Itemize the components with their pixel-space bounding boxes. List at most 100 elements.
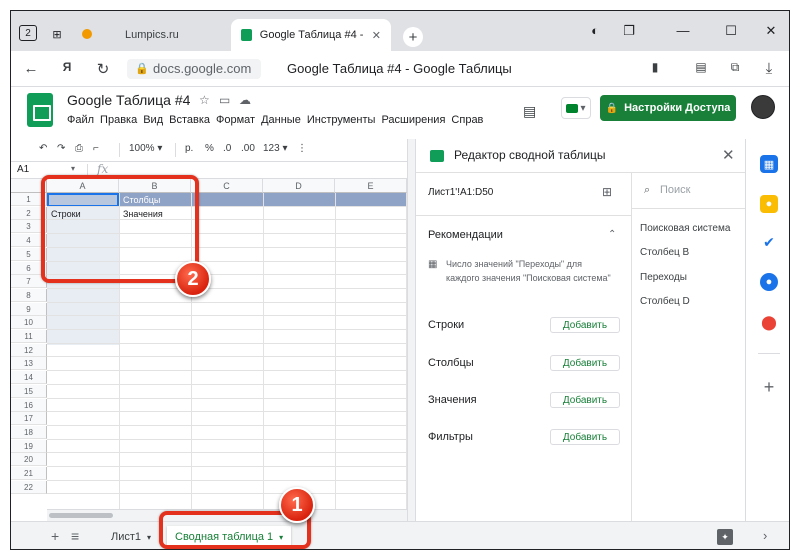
yandex-icon[interactable]: Я	[57, 60, 77, 74]
field-search[interactable]: ⌕ Поиск	[632, 173, 746, 209]
tab-counter-icon[interactable]: 2	[19, 25, 37, 41]
move-folder-icon[interactable]: ▭	[219, 93, 230, 107]
maps-icon[interactable]: ⬤	[760, 313, 778, 331]
bookmark-icon[interactable]: ▮	[645, 60, 665, 74]
pivot-editor-config: Лист1'!A1:D50 ⊞ Рекомендации ⌃ ▦ Число з…	[416, 173, 632, 521]
row-header[interactable]: 20	[11, 453, 47, 467]
recommendation-item[interactable]: Число значений "Переходы" для каждого зн…	[446, 257, 616, 285]
row-header[interactable]: 19	[11, 439, 47, 453]
column-header-e[interactable]: E	[335, 179, 407, 193]
row-header[interactable]: 21	[11, 467, 47, 480]
field-item[interactable]: Переходы	[640, 272, 687, 283]
url-field[interactable]: 🔒 docs.google.com	[127, 59, 261, 79]
close-window-icon[interactable]: ✕	[759, 23, 783, 39]
row-header[interactable]: 8	[11, 288, 47, 302]
tab-google-sheet[interactable]: Google Таблица #4 - G ✕	[231, 19, 391, 51]
vertical-scrollbar[interactable]	[407, 139, 415, 521]
menu-extensions[interactable]: Расширения	[381, 112, 450, 128]
keep-icon[interactable]: ●	[760, 195, 778, 213]
row-header[interactable]: 17	[11, 412, 47, 426]
row-header[interactable]: 15	[11, 384, 47, 398]
all-sheets-icon[interactable]: ≡	[71, 528, 79, 544]
reader-icon[interactable]: ▤	[691, 60, 711, 74]
number-format-select[interactable]: 123 ▾	[263, 143, 288, 154]
menu-data[interactable]: Данные	[261, 112, 306, 128]
row-gridline	[47, 424, 407, 426]
decrease-decimals-button[interactable]: .0	[223, 143, 231, 154]
calendar-icon[interactable]: ▦	[760, 155, 778, 173]
collections-icon[interactable]: ❐	[617, 23, 641, 39]
close-icon[interactable]: ✕	[722, 146, 735, 164]
menu-edit[interactable]: Правка	[100, 112, 142, 128]
avatar[interactable]	[751, 95, 775, 119]
undo-icon[interactable]: ↶	[39, 143, 47, 154]
extensions-icon[interactable]: ⧉	[725, 60, 745, 75]
back-icon[interactable]: ←	[21, 60, 41, 77]
menu-view[interactable]: Вид	[143, 112, 168, 128]
currency-button[interactable]: р.	[185, 143, 193, 154]
chevron-right-icon[interactable]: ›	[763, 528, 767, 543]
recommendations-heading[interactable]: Рекомендации	[428, 229, 503, 241]
add-sheet-icon[interactable]: +	[51, 528, 59, 544]
tasks-icon[interactable]: ✔	[760, 233, 778, 251]
new-tab-group-icon[interactable]: ⊞	[47, 25, 67, 43]
add-filters-button[interactable]: Добавить	[550, 429, 620, 445]
meet-button[interactable]: ▾	[561, 97, 591, 119]
collapsed-group-icon[interactable]	[77, 25, 97, 43]
row-header[interactable]: 9	[11, 302, 47, 316]
share-button[interactable]: 🔒 Настройки Доступа	[600, 95, 736, 121]
add-addon-icon[interactable]: +	[760, 377, 778, 398]
menu-file[interactable]: Файл	[67, 112, 99, 128]
chevron-down-icon[interactable]: ▾	[71, 164, 75, 173]
redo-icon[interactable]: ↷	[57, 143, 65, 154]
document-title[interactable]: Google Таблица #4	[67, 92, 190, 108]
field-item[interactable]: Столбец D	[640, 296, 690, 307]
field-item[interactable]: Столбец B	[640, 247, 689, 258]
row-header[interactable]: 14	[11, 371, 47, 385]
row-header[interactable]: 11	[11, 330, 47, 343]
extension-icon[interactable]: ◐	[583, 23, 607, 38]
scrollbar-thumb[interactable]	[49, 513, 113, 518]
more-icon[interactable]: ⋮	[297, 143, 307, 154]
new-tab-button[interactable]: +	[403, 27, 423, 47]
menu-format[interactable]: Формат	[216, 112, 260, 128]
column-header-c[interactable]: C	[191, 179, 263, 193]
row-header[interactable]: 10	[11, 316, 47, 330]
maximize-icon[interactable]: ☐	[719, 23, 743, 39]
row-header[interactable]: 12	[11, 343, 47, 357]
percent-button[interactable]: %	[205, 143, 214, 154]
row-gridline	[47, 493, 407, 495]
star-icon[interactable]: ☆	[199, 93, 210, 107]
comments-icon[interactable]: ▤	[523, 103, 536, 120]
paint-format-icon[interactable]: ⌐	[93, 143, 99, 154]
chevron-up-icon[interactable]: ⌃	[608, 229, 616, 240]
add-columns-button[interactable]: Добавить	[550, 355, 620, 371]
row-header[interactable]: 16	[11, 398, 47, 412]
minimize-icon[interactable]: —	[671, 23, 695, 38]
close-tab-icon[interactable]: ✕	[372, 29, 381, 42]
row-header[interactable]: 22	[11, 480, 47, 494]
sheets-logo-icon[interactable]	[27, 93, 53, 127]
menu-insert[interactable]: Вставка	[169, 112, 215, 128]
download-icon[interactable]: ⤓	[759, 60, 779, 77]
explore-icon[interactable]: ✦	[717, 529, 733, 545]
row-header[interactable]: 13	[11, 357, 47, 371]
zoom-select[interactable]: 100% ▾	[129, 143, 162, 154]
print-icon[interactable]: ⎙	[75, 143, 83, 154]
column-header-d[interactable]: D	[263, 179, 335, 193]
add-rows-button[interactable]: Добавить	[550, 317, 620, 333]
menu-help[interactable]: Справ	[451, 112, 488, 128]
row-header[interactable]: 18	[11, 425, 47, 439]
tab-lumpics[interactable]: Lumpics.ru	[115, 19, 189, 51]
select-range-icon[interactable]: ⊞	[602, 185, 612, 199]
cloud-status-icon[interactable]: ☁	[239, 93, 251, 107]
name-box[interactable]: A1	[17, 164, 29, 175]
reload-icon[interactable]: ↻	[93, 60, 113, 78]
contacts-icon[interactable]: ●	[760, 273, 778, 291]
field-item[interactable]: Поисковая система	[640, 223, 730, 234]
increase-decimals-button[interactable]: .00	[241, 143, 255, 154]
data-range[interactable]: Лист1'!A1:D50	[428, 187, 493, 198]
add-values-button[interactable]: Добавить	[550, 392, 620, 408]
menu-tools[interactable]: Инструменты	[307, 112, 381, 128]
sheet-tab-1[interactable]: Лист1 ▾	[103, 526, 159, 548]
